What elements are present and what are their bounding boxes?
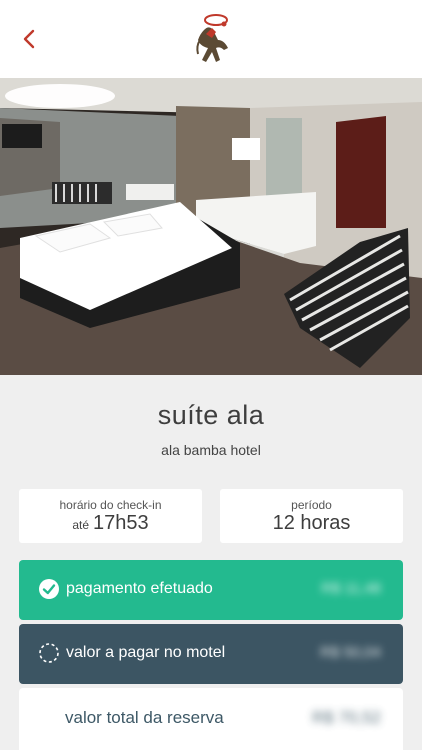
checkin-time: 17h53	[93, 512, 149, 534]
paid-label: pagamento efetuado	[66, 580, 213, 597]
chevron-left-icon	[23, 29, 35, 49]
total-amount: R$ 70,52	[312, 708, 381, 727]
checkin-card: horário do check-in até 17h53	[19, 489, 202, 543]
checkin-label: horário do check-in	[59, 498, 162, 512]
payment-due-row[interactable]: valor a pagar no motel R$ 50,04	[19, 624, 403, 684]
check-circle-icon	[39, 579, 59, 599]
paid-amount: R$ 11,48	[321, 580, 381, 597]
top-bar	[0, 0, 422, 78]
suite-photo	[0, 78, 422, 375]
due-label: valor a pagar no motel	[66, 644, 226, 661]
dashed-circle-icon	[39, 643, 59, 663]
payment-total-row: valor total da reserva R$ 70,52	[19, 688, 403, 750]
suite-name: suíte ala	[157, 400, 265, 430]
hotel-name: ala bamba hotel	[161, 442, 261, 458]
payment-paid-row[interactable]: pagamento efetuado R$ 11,48	[19, 560, 403, 620]
back-button[interactable]	[14, 24, 44, 54]
period-label: período	[291, 498, 332, 512]
suite-photo-illustration	[0, 78, 422, 375]
total-label: valor total da reserva	[65, 708, 224, 727]
due-amount: R$ 50,04	[320, 644, 381, 661]
checkin-prefix: até	[72, 518, 90, 532]
period-card: período 12 horas	[220, 489, 403, 543]
period-value: 12 horas	[272, 512, 351, 534]
horseman-logo-icon	[196, 14, 228, 62]
checkin-value: até 17h53	[19, 512, 202, 535]
